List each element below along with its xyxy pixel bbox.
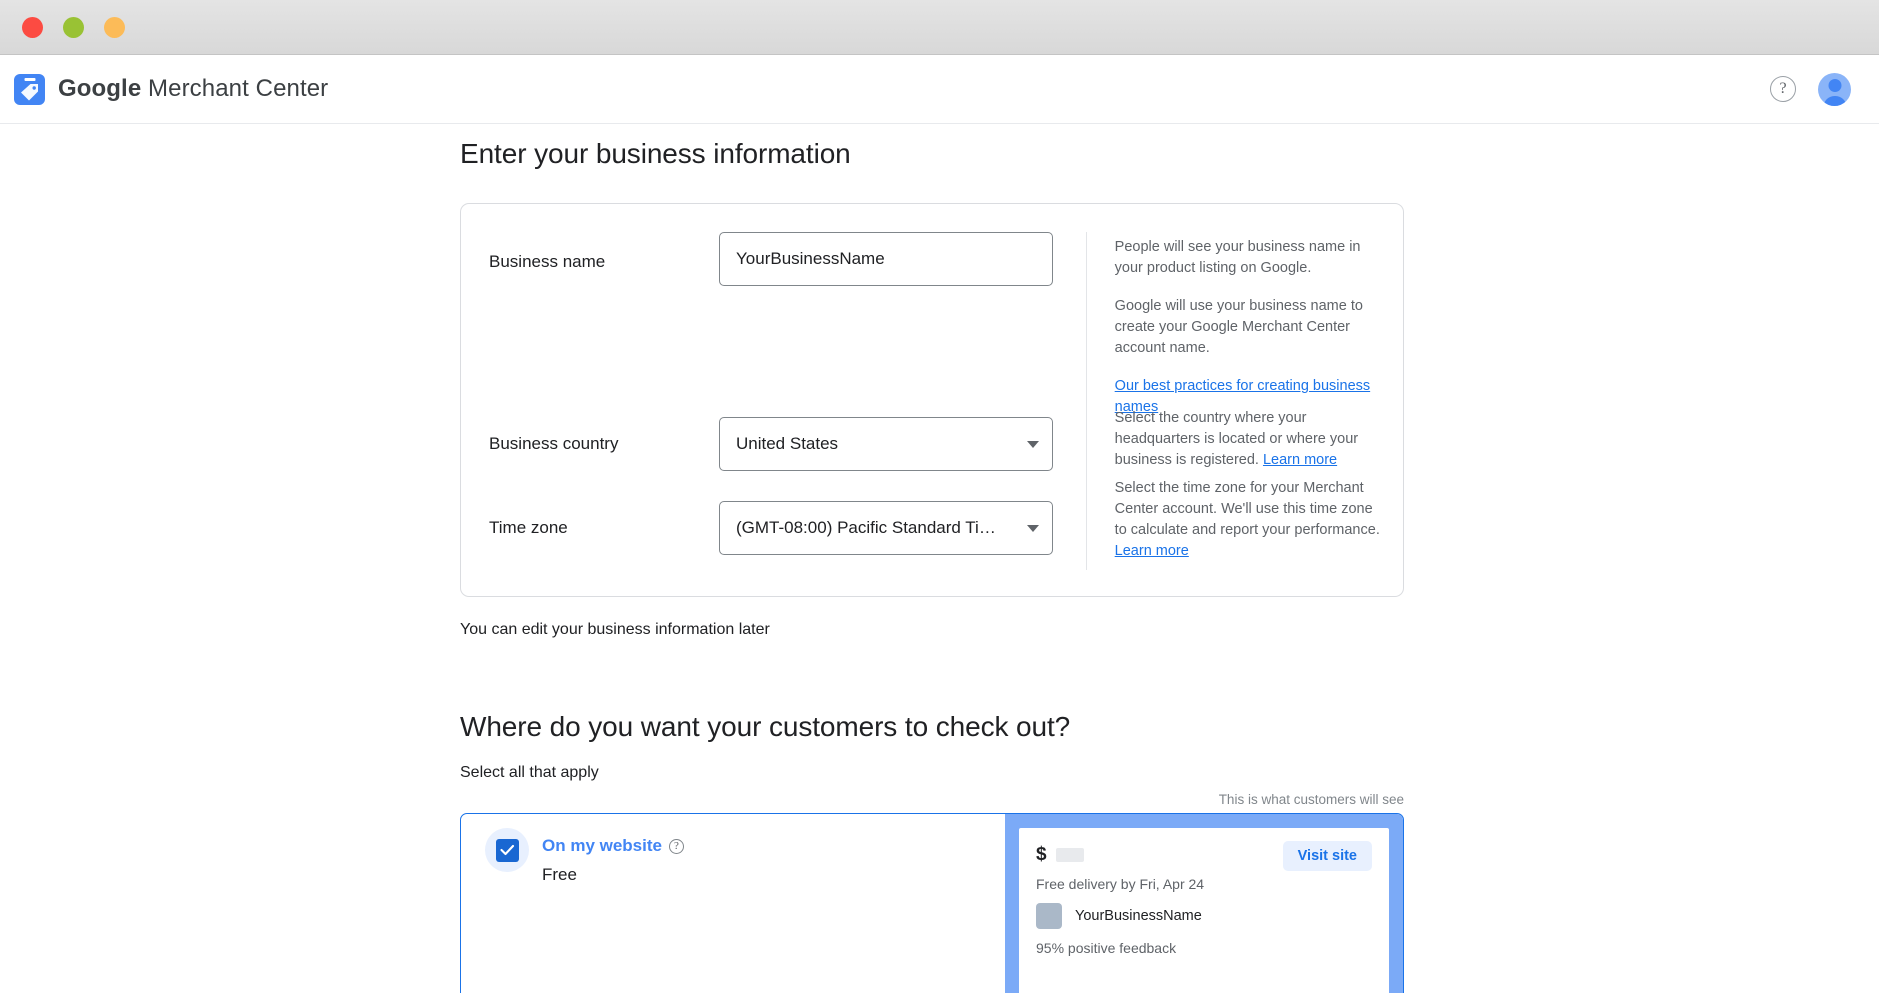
business-hints-column: People will see your business name in yo… — [1085, 232, 1403, 570]
checkout-subtitle: Select all that apply — [460, 764, 599, 781]
preview-price-placeholder — [1055, 848, 1084, 862]
minimize-window-button[interactable] — [63, 16, 84, 38]
business-fields-column: Business name Business country United St… — [461, 232, 1086, 570]
business-country-select[interactable]: United States — [719, 417, 1053, 471]
time-zone-select[interactable]: (GMT-08:00) Pacific Standard Ti… — [719, 501, 1053, 555]
business-country-value: United States — [736, 434, 839, 453]
header-actions: ? — [1770, 72, 1851, 106]
customer-preview-pane: $ Visit site Free delivery by Fri, Apr 2… — [1005, 814, 1403, 993]
time-zone-hint: Select the time zone for your Merchant C… — [1115, 478, 1383, 562]
preview-merchant-row: YourBusinessName — [1036, 903, 1372, 929]
window-titlebar — [0, 0, 1879, 55]
page-content: Enter your business information Business… — [0, 124, 1879, 993]
avatar[interactable] — [1818, 72, 1851, 106]
field-row-business-name: Business name — [489, 232, 1060, 402]
checkout-section: Where do you want your customers to chec… — [460, 711, 1879, 993]
preview-top-row: $ Visit site — [1036, 841, 1372, 871]
preview-caption: This is what customers will see — [1218, 792, 1404, 807]
time-zone-label: Time zone — [489, 518, 568, 537]
business-name-input[interactable] — [719, 232, 1053, 286]
edit-later-note: You can edit your business information l… — [460, 621, 770, 638]
business-name-hint: People will see your business name in yo… — [1115, 237, 1383, 418]
chevron-down-icon — [1027, 440, 1039, 448]
business-info-card: Business name Business country United St… — [460, 203, 1404, 597]
checkbox-checked-box — [495, 838, 519, 862]
page-title: Enter your business information — [460, 138, 851, 169]
time-zone-hint-text: Select the time zone for your Merchant C… — [1114, 480, 1380, 538]
preview-merchant-name: YourBusinessName — [1075, 908, 1202, 924]
checkout-title: Where do you want your customers to chec… — [460, 711, 1071, 742]
business-name-label: Business name — [489, 252, 606, 271]
business-country-label: Business country — [489, 434, 619, 453]
preview-delivery-text: Free delivery by Fri, Apr 24 — [1036, 876, 1205, 892]
country-learn-more-link[interactable]: Learn more — [1263, 452, 1337, 468]
timezone-learn-more-link[interactable]: Learn more — [1115, 543, 1189, 559]
field-row-business-country: Business country United States — [489, 402, 1060, 486]
field-row-time-zone: Time zone (GMT-08:00) Pacific Standard T… — [489, 486, 1060, 570]
checkout-option-texts: On my website ? Free — [542, 832, 684, 885]
zoom-window-button[interactable] — [104, 16, 125, 38]
checkout-option-left: On my website ? Free — [461, 814, 1005, 993]
close-window-button[interactable] — [22, 16, 43, 38]
help-circle-icon[interactable]: ? — [668, 838, 684, 854]
business-name-hint-p1: People will see your business name in yo… — [1114, 239, 1361, 276]
on-my-website-price: Free — [542, 865, 577, 884]
brand-name-light: Merchant Center — [141, 75, 329, 102]
time-zone-value: (GMT-08:00) Pacific Standard Ti… — [736, 518, 996, 537]
customer-preview-card: $ Visit site Free delivery by Fri, Apr 2… — [1019, 828, 1389, 993]
brand-logo-link[interactable]: Google Merchant Center — [14, 73, 328, 105]
business-country-hint: Select the country where your headquarte… — [1115, 408, 1383, 471]
business-name-hint-p2: Google will use your business name to cr… — [1114, 298, 1363, 356]
checkout-option-card-on-my-website[interactable]: On my website ? Free $ Visit site Free d… — [460, 813, 1404, 993]
app-header: Google Merchant Center ? — [0, 55, 1879, 124]
preview-currency-symbol: $ — [1036, 844, 1047, 865]
merchant-center-logo-icon — [14, 73, 45, 105]
preview-merchant-avatar — [1036, 903, 1062, 929]
on-my-website-checkbox[interactable] — [485, 828, 529, 872]
checkout-option-title-line: On my website ? — [542, 836, 684, 856]
brand-name-bold: Google — [58, 75, 142, 102]
help-icon[interactable]: ? — [1770, 76, 1796, 102]
app-title: Google Merchant Center — [58, 75, 328, 103]
preview-price: $ — [1036, 844, 1084, 866]
visit-site-button[interactable]: Visit site — [1282, 841, 1372, 871]
chevron-down-icon — [1027, 524, 1039, 532]
traffic-lights — [22, 16, 125, 38]
preview-feedback-text: 95% positive feedback — [1036, 940, 1177, 956]
on-my-website-title[interactable]: On my website — [542, 836, 662, 856]
